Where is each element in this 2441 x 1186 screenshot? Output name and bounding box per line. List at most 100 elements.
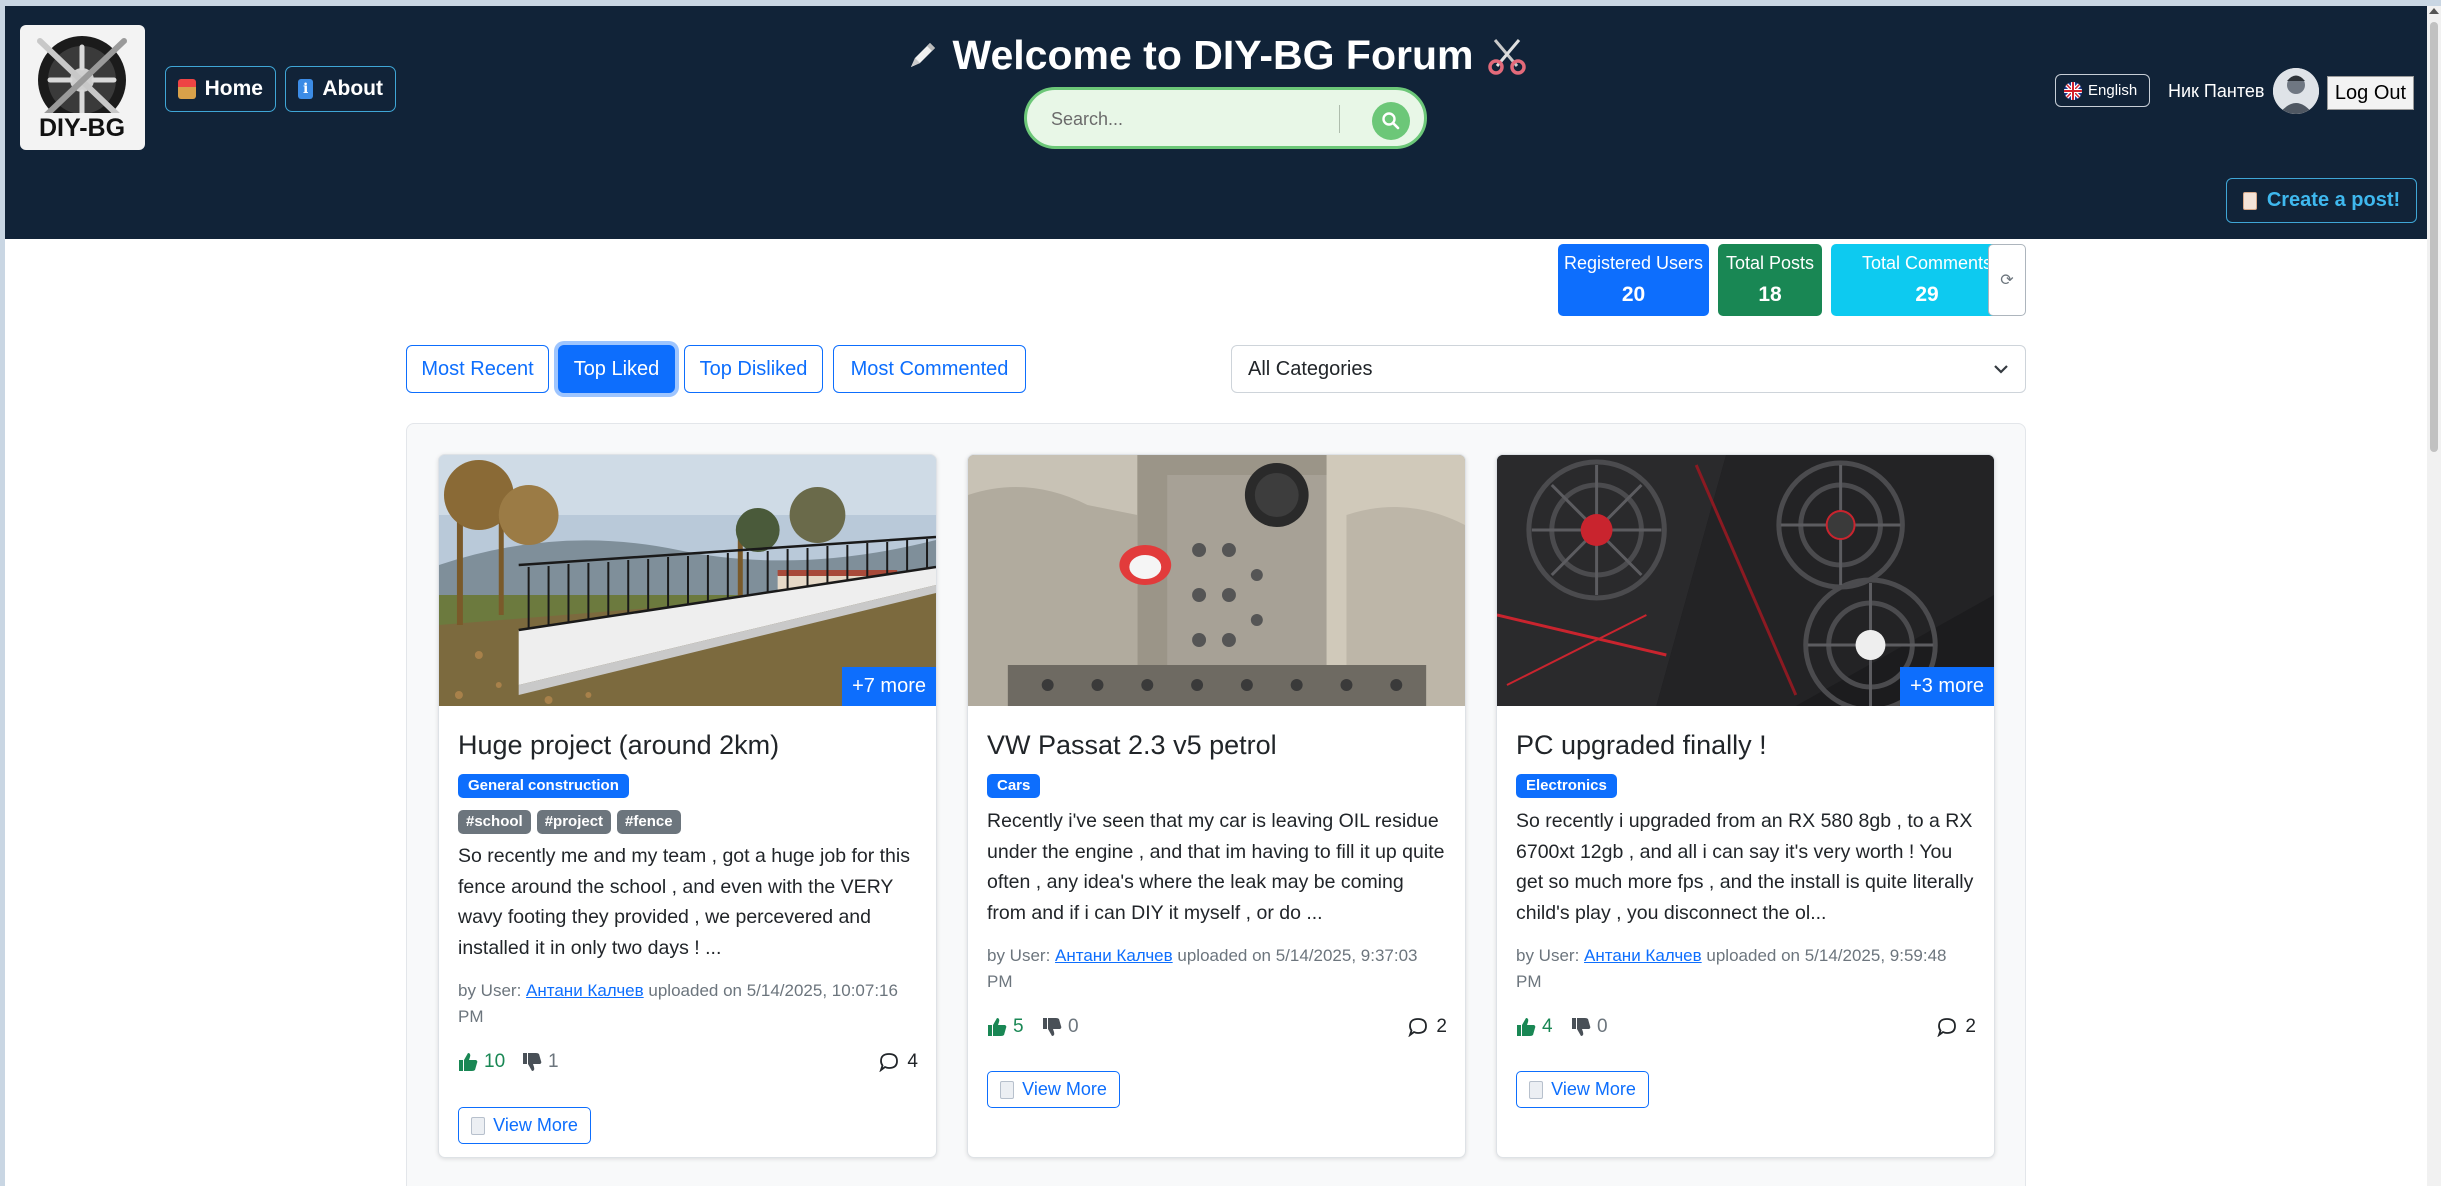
scissors-icon [1488, 38, 1527, 75]
search-button[interactable] [1372, 102, 1410, 140]
post-reactions: 4 0 2 [1516, 1016, 1976, 1042]
language-selector[interactable]: English [2055, 74, 2150, 107]
post-meta: by User: Антани Калчев uploaded on 5/14/… [1516, 943, 1976, 994]
tag-badge[interactable]: #school [458, 810, 531, 834]
search-bar [1024, 87, 1427, 149]
refresh-icon: ⟳ [2000, 272, 2014, 289]
tag-badge[interactable]: #fence [617, 810, 681, 834]
stat-posts-label: Total Posts [1725, 253, 1815, 273]
create-post-label: Create a post! [2266, 189, 2401, 211]
stat-total-posts: Total Posts 18 [1718, 244, 1822, 316]
like-button[interactable]: 5 [987, 1016, 1024, 1038]
more-images-badge[interactable]: +7 more [842, 667, 936, 706]
category-select[interactable]: All Categories [1231, 345, 2026, 393]
post-image[interactable] [968, 455, 1465, 706]
stat-posts-value: 18 [1758, 283, 1782, 306]
more-images-badge[interactable]: +3 more [1900, 667, 1994, 706]
view-more-button[interactable]: View More [987, 1071, 1120, 1108]
like-button[interactable]: 4 [1516, 1016, 1553, 1038]
post-image[interactable]: +7 more [439, 455, 936, 706]
comment-count: 2 [1436, 1016, 1447, 1037]
view-more-button[interactable]: View More [458, 1107, 591, 1144]
post-title[interactable]: Huge project (around 2km) [458, 730, 779, 761]
view-more-label: View More [1022, 1079, 1107, 1099]
author-link[interactable]: Антани Калчев [526, 981, 644, 1000]
search-icon [1382, 112, 1400, 130]
post-card[interactable]: VW Passat 2.3 v5 petrol Cars Recently i'… [967, 454, 1466, 1158]
uk-flag-icon [2064, 81, 2082, 100]
post-excerpt: So recently i upgraded from an RX 580 8g… [1516, 810, 1974, 924]
avatar[interactable] [2273, 68, 2319, 114]
post-card[interactable]: +7 more Huge project (around 2km) Genera… [438, 454, 937, 1158]
thumbs-down-icon [523, 1053, 542, 1071]
like-count: 10 [484, 1051, 506, 1072]
meta-prefix: by User: [458, 981, 527, 1000]
filter-most-recent[interactable]: Most Recent [406, 345, 549, 393]
post-title[interactable]: PC upgraded finally ! [1516, 730, 1767, 761]
comment-count-button[interactable]: 4 [879, 1051, 918, 1073]
pencil-icon [910, 42, 935, 67]
meta-prefix: by User: [1516, 946, 1585, 965]
dislike-count: 1 [548, 1051, 559, 1072]
create-post-button[interactable]: Create a post! [2226, 178, 2417, 223]
thumbs-down-icon [1043, 1018, 1062, 1036]
view-more-label: View More [493, 1115, 578, 1135]
dislike-button[interactable]: 1 [522, 1051, 559, 1073]
nav-home-label: Home [204, 77, 263, 100]
category-badge[interactable]: Cars [987, 774, 1041, 798]
author-link[interactable]: Антани Калчев [1055, 946, 1173, 965]
refresh-stats-button[interactable]: ⟳ [1988, 244, 2026, 316]
scrollbar-thumb[interactable] [2430, 22, 2438, 452]
post-title[interactable]: VW Passat 2.3 v5 petrol [987, 730, 1277, 761]
chevron-down-icon [1994, 365, 2008, 374]
scroll-up-arrow[interactable] [2429, 8, 2439, 14]
stat-users-label: Registered Users [1563, 253, 1704, 273]
comment-count-button[interactable]: 2 [1408, 1016, 1447, 1038]
document-icon [1529, 1080, 1544, 1099]
dislike-count: 0 [1068, 1016, 1079, 1037]
like-button[interactable]: 10 [458, 1051, 505, 1073]
engine-photo [968, 455, 1465, 706]
page-title-text: Welcome to DIY-BG Forum [952, 32, 1474, 78]
post-card[interactable]: +3 more PC upgraded finally ! Electronic… [1496, 454, 1995, 1158]
post-reactions: 10 1 4 [458, 1051, 918, 1077]
filter-top-disliked[interactable]: Top Disliked [684, 345, 823, 393]
dislike-button[interactable]: 0 [1042, 1016, 1079, 1038]
info-icon: i [298, 79, 314, 99]
category-badge[interactable]: General construction [458, 774, 629, 798]
meta-prefix: by User: [987, 946, 1056, 965]
thumbs-up-icon [1517, 1018, 1536, 1036]
comment-count: 2 [1965, 1016, 1976, 1037]
nav-about-label: About [322, 77, 383, 100]
filter-most-commented[interactable]: Most Commented [833, 345, 1026, 393]
view-more-button[interactable]: View More [1516, 1071, 1649, 1108]
tag-badge[interactable]: #project [536, 810, 612, 834]
logout-button[interactable]: Log Out [2327, 76, 2414, 110]
page-title: Welcome to DIY-BG Forum [5, 32, 2427, 79]
tag-list: #school #project #fence [458, 810, 681, 834]
dislike-count: 0 [1597, 1016, 1608, 1037]
comment-count-button[interactable]: 2 [1937, 1016, 1976, 1038]
thumbs-down-icon [1572, 1018, 1591, 1036]
language-label: English [2088, 82, 2138, 99]
filter-top-liked[interactable]: Top Liked [558, 345, 675, 393]
document-icon [471, 1116, 486, 1135]
search-divider [1339, 105, 1340, 133]
dislike-button[interactable]: 0 [1571, 1016, 1608, 1038]
navbar: DIY-BG Home i About Welcome to DIY-BG Fo… [5, 6, 2427, 239]
user-avatar-image [2273, 68, 2319, 114]
author-link[interactable]: Антани Калчев [1584, 946, 1702, 965]
category-badge[interactable]: Electronics [1516, 774, 1617, 798]
thumbs-up-icon [459, 1053, 478, 1071]
logo-text: DIY-BG [39, 114, 125, 142]
post-image[interactable]: +3 more [1497, 455, 1994, 706]
post-reactions: 5 0 2 [987, 1016, 1447, 1042]
search-input[interactable] [1051, 104, 1341, 134]
stat-registered-users: Registered Users 20 [1558, 244, 1709, 316]
stat-users-value: 20 [1621, 283, 1646, 306]
house-icon [178, 79, 196, 99]
post-meta: by User: Антани Калчев uploaded on 5/14/… [458, 978, 918, 1029]
comment-bubble-icon [1937, 1018, 1957, 1037]
comment-bubble-icon [1408, 1018, 1428, 1037]
thumbs-up-icon [988, 1018, 1007, 1036]
